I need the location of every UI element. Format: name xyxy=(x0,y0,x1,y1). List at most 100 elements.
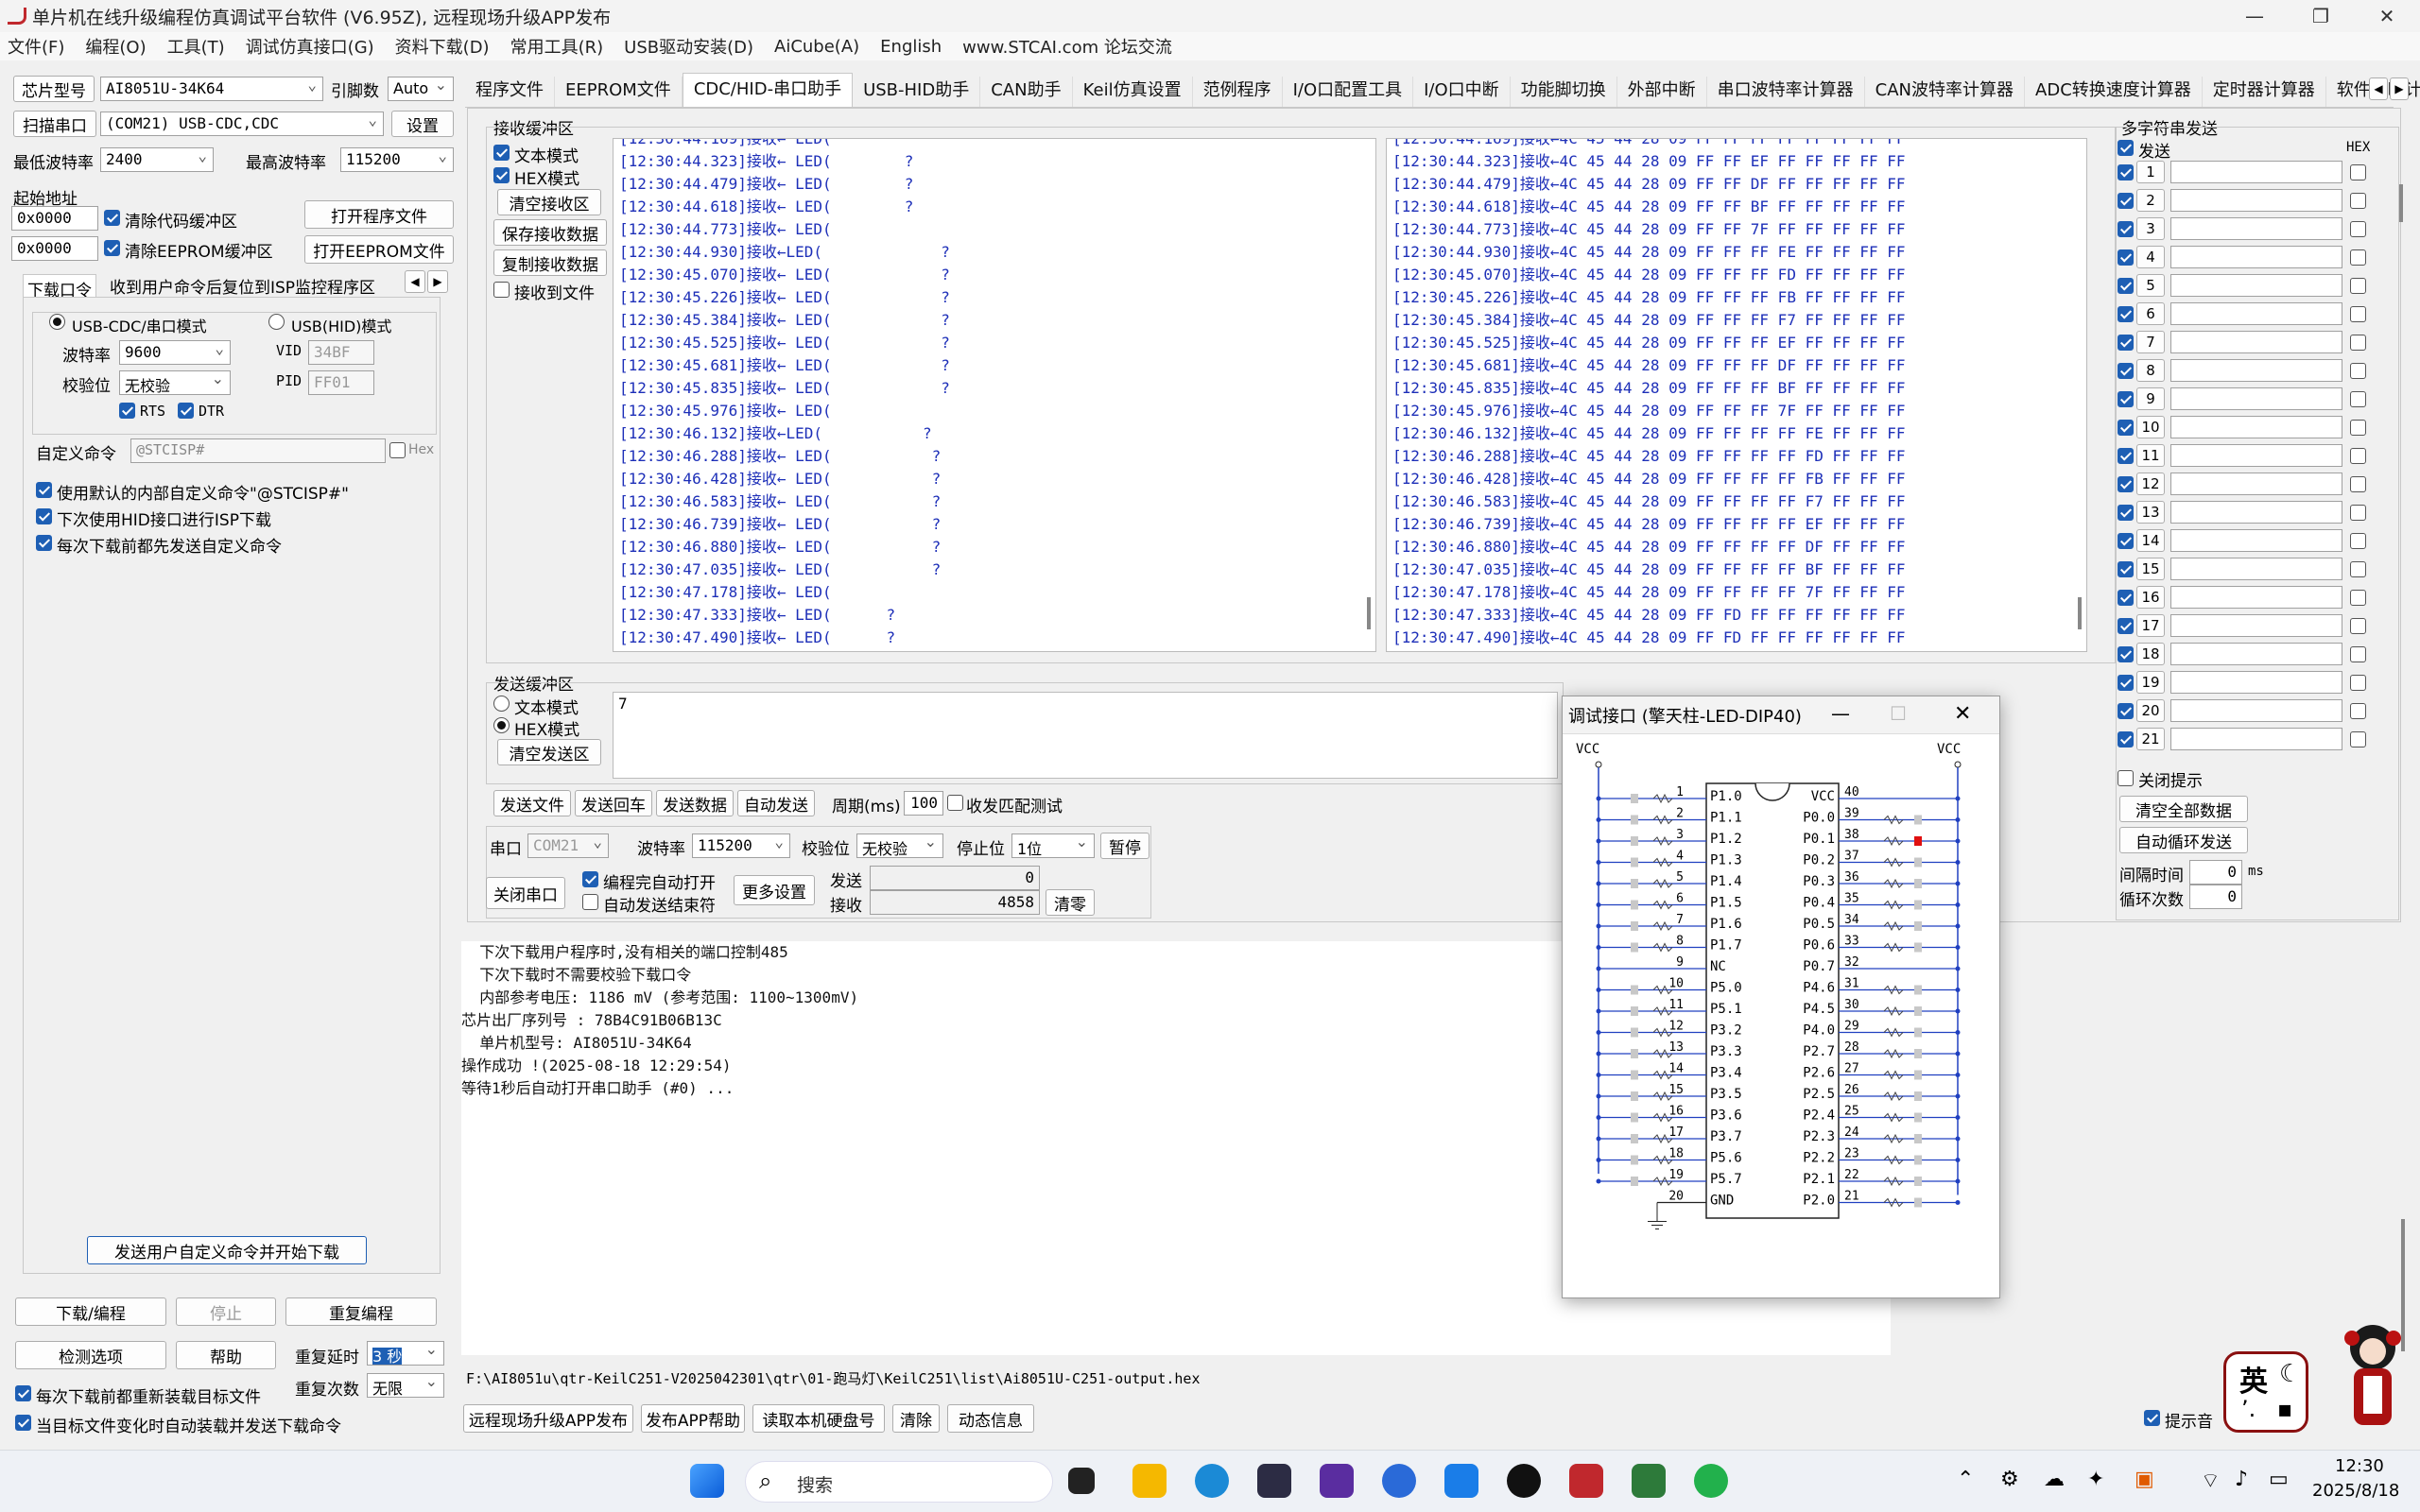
tray-chevron-icon[interactable]: ⌃ xyxy=(1957,1468,1974,1491)
recv-text-mode-checkbox[interactable] xyxy=(493,145,510,161)
auto-close-checkbox[interactable] xyxy=(582,894,598,910)
help-button[interactable]: 帮助 xyxy=(176,1341,276,1369)
tab-program-file[interactable]: 程序文件 xyxy=(465,77,555,107)
multi-row-hex-checkbox[interactable] xyxy=(2350,561,2366,577)
multi-row-send-button[interactable]: 8 xyxy=(2136,359,2165,382)
multi-row-send-button[interactable]: 12 xyxy=(2136,472,2165,495)
tab-ext-interrupt[interactable]: 外部中断 xyxy=(1617,77,1707,107)
multi-row-send-button[interactable]: 1 xyxy=(2136,161,2165,183)
reprogram-button[interactable]: 重复编程 xyxy=(285,1297,437,1326)
dtr-checkbox[interactable] xyxy=(178,403,194,419)
clear-log-button[interactable]: 清除 xyxy=(892,1404,940,1433)
volume-icon[interactable]: ♪ xyxy=(2235,1468,2248,1491)
multi-row-input[interactable] xyxy=(2170,728,2342,750)
eeprom-addr-input[interactable]: 0x0000 xyxy=(11,236,98,261)
tabs-scroll-right-icon[interactable]: ▶ xyxy=(2390,77,2409,100)
multi-row-enable-checkbox[interactable] xyxy=(2118,646,2134,662)
multi-row-enable-checkbox[interactable] xyxy=(2118,306,2134,322)
multi-row-input[interactable] xyxy=(2170,274,2342,297)
multi-row-send-button[interactable]: 18 xyxy=(2136,643,2165,665)
tab-io-interrupt[interactable]: I/O口中断 xyxy=(1413,77,1511,107)
multi-row-input[interactable] xyxy=(2170,416,2342,438)
multi-row-enable-checkbox[interactable] xyxy=(2118,391,2134,407)
tab-keil[interactable]: Keil仿真设置 xyxy=(1073,77,1193,107)
mode-hid-radio[interactable] xyxy=(268,314,285,330)
multi-row-hex-checkbox[interactable] xyxy=(2350,590,2366,606)
clear-count-button[interactable]: 清零 xyxy=(1046,889,1095,916)
multi-row-send-button[interactable]: 17 xyxy=(2136,614,2165,637)
multi-row-enable-checkbox[interactable] xyxy=(2118,561,2134,577)
menu-file[interactable]: 文件(F) xyxy=(8,34,64,59)
remote-publish-button[interactable]: 远程现场升级APP发布 xyxy=(463,1404,633,1433)
multi-row-enable-checkbox[interactable] xyxy=(2118,278,2134,294)
send-input[interactable]: 7 xyxy=(613,692,1558,779)
hex-checkbox[interactable] xyxy=(389,442,406,458)
multi-row-input[interactable] xyxy=(2170,472,2342,495)
multi-row-input[interactable] xyxy=(2170,246,2342,268)
menu-program[interactable]: 编程(O) xyxy=(85,34,146,59)
multi-row-enable-checkbox[interactable] xyxy=(2118,249,2134,266)
multi-row-hex-checkbox[interactable] xyxy=(2350,476,2366,492)
tab-adc-calc[interactable]: ADC转换速度计算器 xyxy=(2025,77,2203,107)
port-select[interactable]: (COM21) USB-CDC,CDC xyxy=(100,112,384,136)
more-settings-button[interactable]: 更多设置 xyxy=(734,875,815,905)
copy-recv-button[interactable]: 复制接收数据 xyxy=(493,249,607,276)
multi-row-send-button[interactable]: 15 xyxy=(2136,558,2165,580)
multi-row-input[interactable] xyxy=(2170,444,2342,467)
code-addr-input[interactable]: 0x0000 xyxy=(11,206,98,231)
multi-row-send-button[interactable]: 14 xyxy=(2136,529,2165,552)
multi-row-send-button[interactable]: 13 xyxy=(2136,501,2165,524)
clear-all-button[interactable]: 清空全部数据 xyxy=(2119,796,2248,822)
multi-row-hex-checkbox[interactable] xyxy=(2350,533,2366,549)
use-default-command-checkbox[interactable] xyxy=(36,482,52,498)
menu-common-tools[interactable]: 常用工具(R) xyxy=(510,34,604,59)
app-icon-2[interactable] xyxy=(1382,1464,1416,1498)
file-explorer-icon[interactable] xyxy=(1132,1464,1167,1498)
dialog-maximize-icon[interactable]: ☐ xyxy=(1890,702,1907,725)
multi-row-input[interactable] xyxy=(2170,161,2342,183)
dynamic-info-button[interactable]: 动态信息 xyxy=(947,1404,1034,1433)
tab-reset-isp[interactable]: 收到用户命令后复位到ISP监控程序区 xyxy=(110,274,375,298)
multi-row-hex-checkbox[interactable] xyxy=(2350,618,2366,634)
multi-row-hex-checkbox[interactable] xyxy=(2350,420,2366,436)
scan-port-button[interactable]: 扫描串口 xyxy=(13,111,96,137)
multi-row-hex-checkbox[interactable] xyxy=(2350,363,2366,379)
multi-row-hex-checkbox[interactable] xyxy=(2350,675,2366,691)
keil-icon[interactable] xyxy=(1632,1464,1666,1498)
feishu-icon[interactable] xyxy=(1444,1464,1478,1498)
maximize-icon[interactable]: ❐ xyxy=(2288,0,2354,32)
minimize-icon[interactable]: — xyxy=(2221,0,2288,32)
multi-row-send-button[interactable]: 20 xyxy=(2136,699,2165,722)
auto-reload-checkbox[interactable] xyxy=(15,1415,31,1431)
multi-row-input[interactable] xyxy=(2170,331,2342,353)
reload-before-download-checkbox[interactable] xyxy=(15,1385,31,1401)
tip-sound-checkbox[interactable] xyxy=(2144,1410,2160,1426)
multi-row-input[interactable] xyxy=(2170,189,2342,212)
multi-row-input[interactable] xyxy=(2170,501,2342,524)
multi-row-enable-checkbox[interactable] xyxy=(2118,618,2134,634)
multi-row-hex-checkbox[interactable] xyxy=(2350,306,2366,322)
multi-row-enable-checkbox[interactable] xyxy=(2118,164,2134,180)
multi-row-send-button[interactable]: 4 xyxy=(2136,246,2165,268)
tab-serial-assistant[interactable]: CDC/HID-串口助手 xyxy=(682,73,854,107)
menu-download[interactable]: 资料下载(D) xyxy=(395,34,490,59)
serial-port-select[interactable]: COM21 xyxy=(527,833,609,858)
tab-timer-calc[interactable]: 定时器计算器 xyxy=(2203,77,2326,107)
auto-open-checkbox[interactable] xyxy=(582,871,598,887)
app-icon-1[interactable] xyxy=(1257,1464,1291,1498)
publish-help-button[interactable]: 发布APP帮助 xyxy=(641,1404,745,1433)
mode-cdc-radio[interactable] xyxy=(49,314,65,330)
menu-debug[interactable]: 调试仿真接口(G) xyxy=(246,34,374,59)
multi-row-hex-checkbox[interactable] xyxy=(2350,278,2366,294)
wifi-icon[interactable]: ⌔ xyxy=(2201,1468,2221,1494)
multi-row-input[interactable] xyxy=(2170,387,2342,410)
multi-row-input[interactable] xyxy=(2170,359,2342,382)
qq-icon[interactable] xyxy=(1507,1464,1541,1498)
multi-row-enable-checkbox[interactable] xyxy=(2118,420,2134,436)
loop-count-input[interactable]: 0 xyxy=(2189,885,2242,909)
pins-select[interactable]: Auto xyxy=(388,77,454,101)
clock-date[interactable]: 2025/8/18 xyxy=(2312,1481,2399,1501)
tab-scroll-left-icon[interactable]: ◀ xyxy=(405,270,425,293)
multi-row-enable-checkbox[interactable] xyxy=(2118,731,2134,747)
send-file-button[interactable]: 发送文件 xyxy=(493,790,571,816)
